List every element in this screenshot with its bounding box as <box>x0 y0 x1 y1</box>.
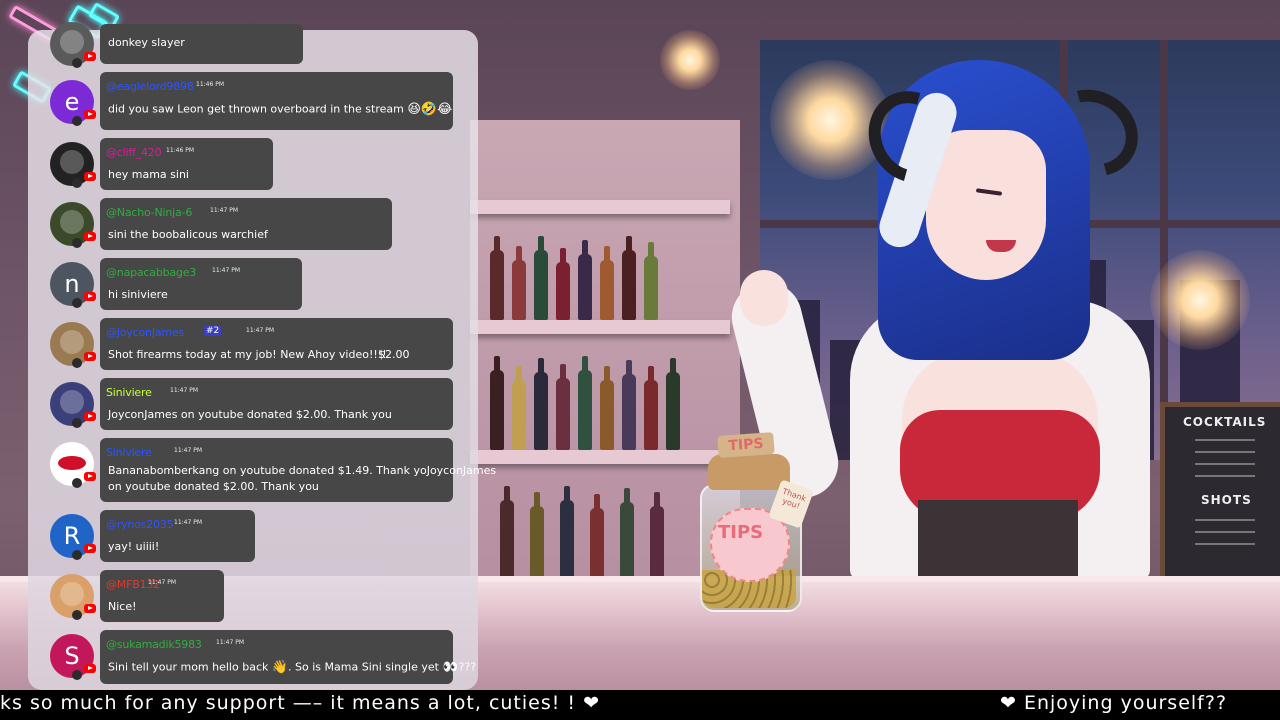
message-text: JoyconJames on youtube donated $2.00. Th… <box>108 408 392 421</box>
chat-panel[interactable]: donkey slayer e @eaglelord9898 11:46 PM did … <box>0 0 496 690</box>
chat-username[interactable]: @Nacho-Ninja-6 <box>106 206 192 219</box>
message-timestamp: 11:47 PM <box>216 639 244 646</box>
message-bubble: @cliff_420 11:46 PM hey mama sini <box>100 138 273 190</box>
channel-avatar-icon <box>72 116 82 126</box>
message-text-content: JoyconJames on youtube donated $2.00. Th… <box>108 408 392 421</box>
message-timestamp: 11:47 PM <box>246 327 274 334</box>
message-text-content: yay! uiiii! <box>108 540 160 553</box>
chat-username[interactable]: Siniviere <box>106 446 152 459</box>
ticker-text-left: ks so much for any support —– it means a… <box>0 692 600 714</box>
message-text-content: hey mama sini <box>108 168 189 181</box>
ticker-text-right: ❤ Enjoying yourself?? <box>1000 692 1228 714</box>
message-text-content: sini the boobalicous warchief <box>108 228 268 241</box>
avatar-hand <box>740 270 788 326</box>
message-timestamp: 11:47 PM <box>174 519 202 526</box>
chat-username[interactable]: @rynos2035 <box>106 518 174 531</box>
member-badge: #2 <box>204 326 222 336</box>
message-text-line2: on youtube donated $2.00. Thank you <box>108 480 319 493</box>
scrolling-ticker: ks so much for any support —– it means a… <box>0 690 1280 720</box>
menu-board-subtitle: SHOTS <box>1201 493 1252 507</box>
message-bubble: Siniviere 11:47 PM JoyconJames on youtube … <box>100 378 453 430</box>
youtube-icon <box>84 232 96 241</box>
message-bubble: @rynos2035 11:47 PM yay! uiiii! <box>100 510 255 562</box>
message-text-content: Nice! <box>108 600 137 613</box>
channel-avatar-icon <box>72 358 82 368</box>
chat-username[interactable]: @napacabbage3 <box>106 266 196 279</box>
shelf <box>470 450 730 464</box>
message-text: Shot firearms today at my job! New Ahoy … <box>108 348 387 361</box>
shelf <box>470 320 730 334</box>
emoji-icon: 👋 <box>271 660 289 675</box>
youtube-icon <box>84 664 96 673</box>
message-bubble: @napacabbage3 11:47 PM hi siniviere <box>100 258 302 310</box>
message-timestamp: 11:47 PM <box>210 207 238 214</box>
message-timestamp: 11:47 PM <box>212 267 240 274</box>
message-bubble: @sukamadik5983 11:47 PM Sini tell your mom… <box>100 630 476 684</box>
message-text: did you saw Leon get thrown overboard in… <box>108 102 452 117</box>
channel-avatar-icon <box>72 610 82 620</box>
message-text-content: donkey slayer <box>108 36 185 49</box>
tips-tag: TIPS <box>717 432 775 458</box>
channel-avatar-icon <box>72 418 82 428</box>
message-text: yay! uiiii! <box>108 540 159 553</box>
message-text: Sini tell your mom hello back 👋. So is M… <box>108 660 476 675</box>
message-text-content: did you saw Leon get thrown overboard in… <box>108 102 404 116</box>
youtube-icon <box>84 110 96 119</box>
youtube-icon <box>84 544 96 553</box>
message-bubble: @MFB132 11:47 PM Nice! <box>100 570 224 622</box>
menu-board-title: COCKTAILS <box>1183 415 1267 429</box>
cocktail-menu-board: COCKTAILS SHOTS <box>1160 402 1280 582</box>
channel-avatar-icon <box>72 670 82 680</box>
youtube-icon <box>84 52 96 61</box>
chat-username[interactable]: Siniviere <box>106 386 152 399</box>
message-text-content: . So is Mama Sini single yet <box>288 660 439 674</box>
message-bubble: Siniviere 11:47 PM Bananabomberkang on you… <box>100 438 496 502</box>
channel-avatar-icon <box>72 178 82 188</box>
youtube-icon <box>84 472 96 481</box>
youtube-icon <box>84 172 96 181</box>
tip-jar: TIPS TIPS Thank you! <box>696 430 814 612</box>
jar-cork <box>708 454 790 490</box>
message-bubble: donkey slayer <box>100 24 303 64</box>
message-text: sini the boobalicous warchief <box>108 228 268 241</box>
message-text-content: hi siniviere <box>108 288 168 301</box>
lips-icon <box>58 456 86 470</box>
emoji-icon: 😆🤣😂 <box>407 102 453 117</box>
youtube-icon <box>84 412 96 421</box>
message-text: hi siniviere <box>108 288 168 301</box>
message-text: hey mama sini <box>108 168 189 181</box>
message-timestamp: 11:46 PM <box>166 147 194 154</box>
message-text: donkey slayer <box>108 36 185 49</box>
youtube-icon <box>84 604 96 613</box>
youtube-icon <box>84 292 96 301</box>
message-timestamp: 11:47 PM <box>174 447 202 454</box>
message-text: Nice! <box>108 600 137 613</box>
message-bubble: @eaglelord9898 11:46 PM did you saw Leon g… <box>100 72 453 130</box>
message-timestamp: 11:46 PM <box>196 81 224 88</box>
message-text: Bananabomberkang on youtube donated $1.4… <box>108 464 496 477</box>
hanging-lamp <box>660 30 720 90</box>
message-bubble: @Nacho-Ninja-6 11:47 PM sini the boobalico… <box>100 198 392 250</box>
channel-avatar-icon <box>72 58 82 68</box>
donation-amount: $2.00 <box>378 348 410 361</box>
channel-avatar-icon <box>72 238 82 248</box>
channel-avatar-icon <box>72 298 82 308</box>
chat-username[interactable]: @JoyconJames <box>106 326 184 339</box>
chat-username[interactable]: @cliff_420 <box>106 146 162 159</box>
message-timestamp: 11:47 PM <box>148 579 176 586</box>
message-text-content: ??? <box>458 660 477 674</box>
youtube-icon <box>84 352 96 361</box>
message-bubble: @JoyconJames 11:47 PM #2 Shot firearms toda… <box>100 318 453 370</box>
message-timestamp: 11:47 PM <box>170 387 198 394</box>
jar-tips-label: TIPS <box>718 522 764 543</box>
emoji-icon: 👀 <box>442 660 459 675</box>
chat-username[interactable]: @eaglelord9898 <box>106 80 194 93</box>
channel-avatar-icon <box>72 550 82 560</box>
channel-avatar-icon <box>72 478 82 488</box>
message-text-content: Bananabomberkang on youtube donated $1.4… <box>108 464 497 477</box>
message-text-content: Sini tell your mom hello back <box>108 660 269 674</box>
shelf <box>470 200 730 214</box>
message-text-content: Shot firearms today at my job! New Ahoy … <box>108 348 387 361</box>
chat-username[interactable]: @sukamadik5983 <box>106 638 202 651</box>
